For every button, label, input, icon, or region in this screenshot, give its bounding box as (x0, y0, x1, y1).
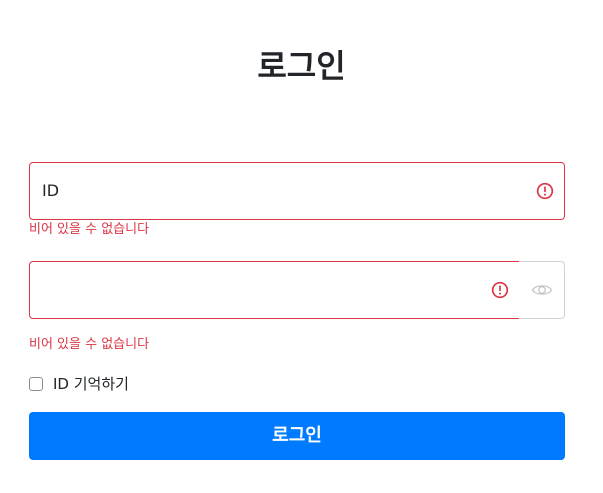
login-button[interactable]: 로그인 (29, 412, 565, 460)
password-input[interactable] (29, 261, 520, 319)
id-input[interactable]: ID (29, 162, 565, 220)
page-title: 로그인 (257, 47, 346, 85)
password-error-message: 비어 있을 수 없습니다 (29, 337, 150, 352)
remember-id[interactable]: ID 기억하기 (29, 374, 129, 394)
toggle-password-button[interactable] (519, 261, 565, 319)
id-input-value: ID (42, 181, 60, 200)
exclamation-circle-icon (536, 182, 554, 200)
remember-id-label: ID 기억하기 (53, 375, 129, 393)
eye-icon (531, 285, 552, 295)
id-error-message: 비어 있을 수 없습니다 (29, 222, 150, 237)
exclamation-circle-icon (491, 281, 509, 299)
remember-id-checkbox[interactable] (29, 377, 43, 391)
